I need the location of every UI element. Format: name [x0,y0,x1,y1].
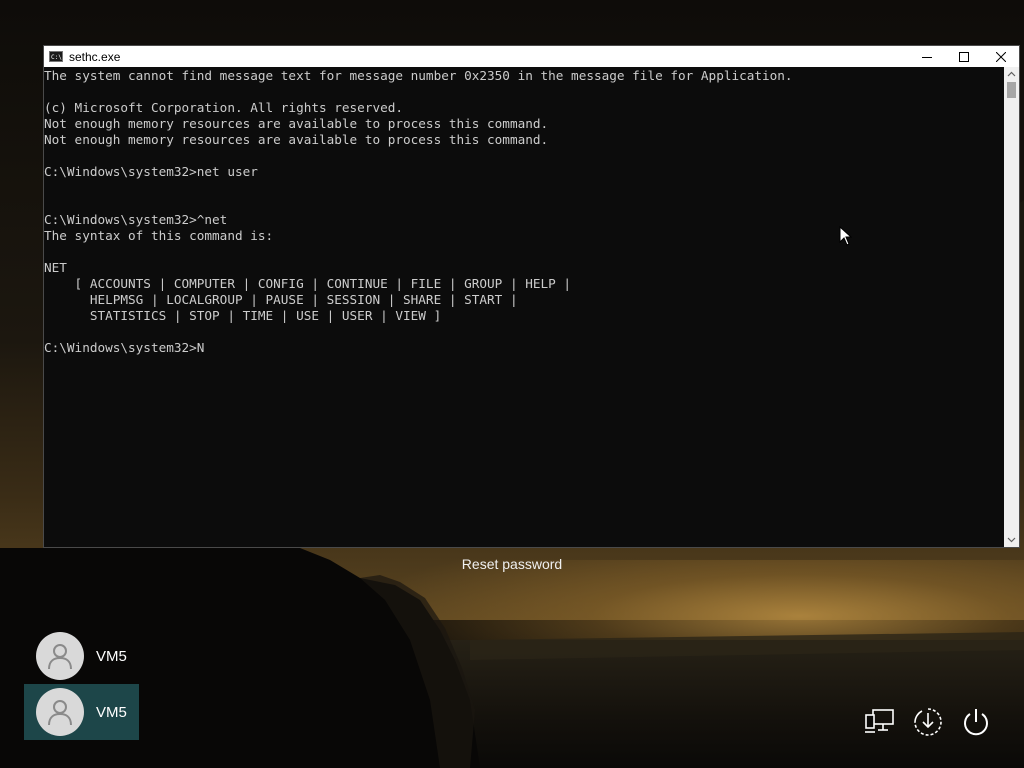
console-titlebar[interactable]: C:\ sethc.exe [44,46,1019,67]
close-button[interactable] [982,46,1019,67]
console-scrollbar[interactable] [1004,67,1019,547]
maximize-icon [958,51,969,62]
user-name: VM5 [96,647,127,665]
user-tile[interactable]: VM5 [24,628,139,684]
network-button[interactable] [862,704,898,740]
network-icon [865,709,894,733]
minimize-button[interactable] [908,46,945,67]
cmd-icon: C:\ [49,51,63,62]
scroll-thumb[interactable] [1007,82,1016,98]
ease-of-access-icon [914,708,942,736]
user-avatar-icon [36,688,84,736]
console-window[interactable]: C:\ sethc.exe The system cannot find mes… [43,45,1020,548]
chevron-up-icon [1007,71,1016,77]
scroll-up-arrow[interactable] [1004,67,1019,81]
reset-password-link[interactable]: Reset password [430,556,594,572]
power-icon [964,709,988,736]
scroll-down-arrow[interactable] [1004,533,1019,547]
user-avatar-icon [36,632,84,680]
user-name: VM5 [96,703,127,721]
power-button[interactable] [958,704,994,740]
close-icon [995,51,1006,62]
chevron-down-icon [1007,537,1016,543]
console-output[interactable]: The system cannot find message text for … [44,67,1004,547]
maximize-button[interactable] [945,46,982,67]
ease-of-access-button[interactable] [910,704,946,740]
minimize-icon [921,56,932,58]
user-tile-selected[interactable]: VM5 [24,684,139,740]
console-title: sethc.exe [69,49,121,64]
console-text: The system cannot find message text for … [44,68,793,355]
mouse-cursor-icon [839,226,853,246]
